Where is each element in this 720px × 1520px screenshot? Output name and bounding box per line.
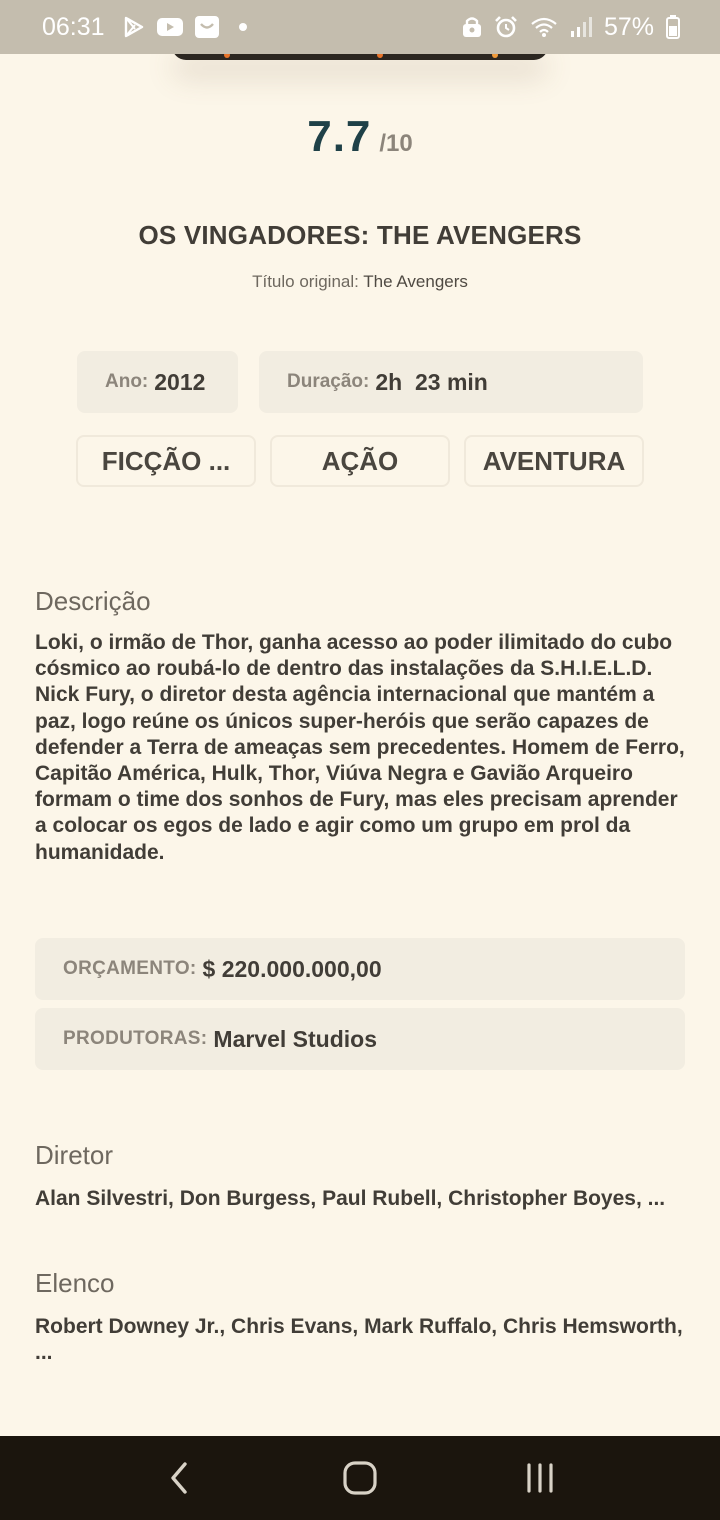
home-button[interactable]	[330, 1448, 390, 1508]
back-icon	[171, 1462, 187, 1494]
rating: 7.7 /10	[0, 112, 720, 162]
genre-chip[interactable]: FICÇÃO ...	[76, 435, 256, 487]
lock-icon	[462, 16, 482, 38]
notification-dot-icon	[238, 23, 247, 31]
director-names: Alan Silvestri, Don Burgess, Paul Rubell…	[35, 1187, 666, 1210]
original-title-value: The Avengers	[363, 272, 468, 291]
status-bar: 06:31 57%	[0, 0, 720, 54]
producers-label: PRODUTORAS:	[63, 1028, 208, 1049]
duration-value: 2h 23 min	[375, 368, 488, 395]
original-title-label: Título original:	[252, 272, 359, 291]
recents-icon	[527, 1463, 553, 1493]
home-icon	[343, 1461, 377, 1495]
budget-label: ORÇAMENTO:	[63, 958, 197, 979]
cast-heading: Elenco	[35, 1268, 115, 1298]
budget-value: $ 220.000.000,00	[202, 955, 382, 982]
battery-percent: 57%	[603, 12, 654, 41]
description-text: Loki, o irmão de Thor, ganha acesso ao p…	[35, 631, 685, 864]
recents-button[interactable]	[510, 1448, 570, 1508]
director-heading: Diretor	[35, 1140, 114, 1170]
navigation-bar	[0, 1436, 720, 1520]
duration-label: Duração:	[287, 371, 370, 392]
year-label: Ano:	[105, 371, 149, 392]
duration-box: Duração: 2h 23 min	[259, 351, 643, 413]
youtube-icon	[156, 17, 183, 37]
status-time: 06:31	[42, 12, 105, 41]
producers-box: PRODUTORAS: Marvel Studios	[35, 1008, 685, 1070]
back-button[interactable]	[150, 1448, 210, 1508]
description-heading: Descrição	[35, 586, 151, 616]
cast-names: Robert Downey Jr., Chris Evans, Mark Ruf…	[35, 1315, 683, 1365]
genre-chip[interactable]: AVENTURA	[464, 435, 644, 487]
genre-chip[interactable]: AÇÃO	[270, 435, 450, 487]
wifi-icon	[530, 16, 558, 38]
year-box: Ano: 2012	[77, 351, 238, 413]
original-title: Título original: The Avengers	[0, 272, 720, 292]
battery-icon	[666, 15, 680, 39]
budget-box: ORÇAMENTO: $ 220.000.000,00	[35, 938, 685, 1000]
rating-max: /10	[379, 130, 413, 157]
producers-value: Marvel Studios	[213, 1025, 378, 1052]
movie-title: OS VINGADORES: THE AVENGERS	[138, 220, 582, 250]
shopping-bag-icon	[194, 16, 219, 38]
rating-value: 7.7	[307, 112, 372, 161]
play-store-icon	[123, 16, 145, 38]
signal-icon	[570, 16, 592, 38]
alarm-icon	[494, 15, 518, 39]
year-value: 2012	[154, 368, 206, 395]
